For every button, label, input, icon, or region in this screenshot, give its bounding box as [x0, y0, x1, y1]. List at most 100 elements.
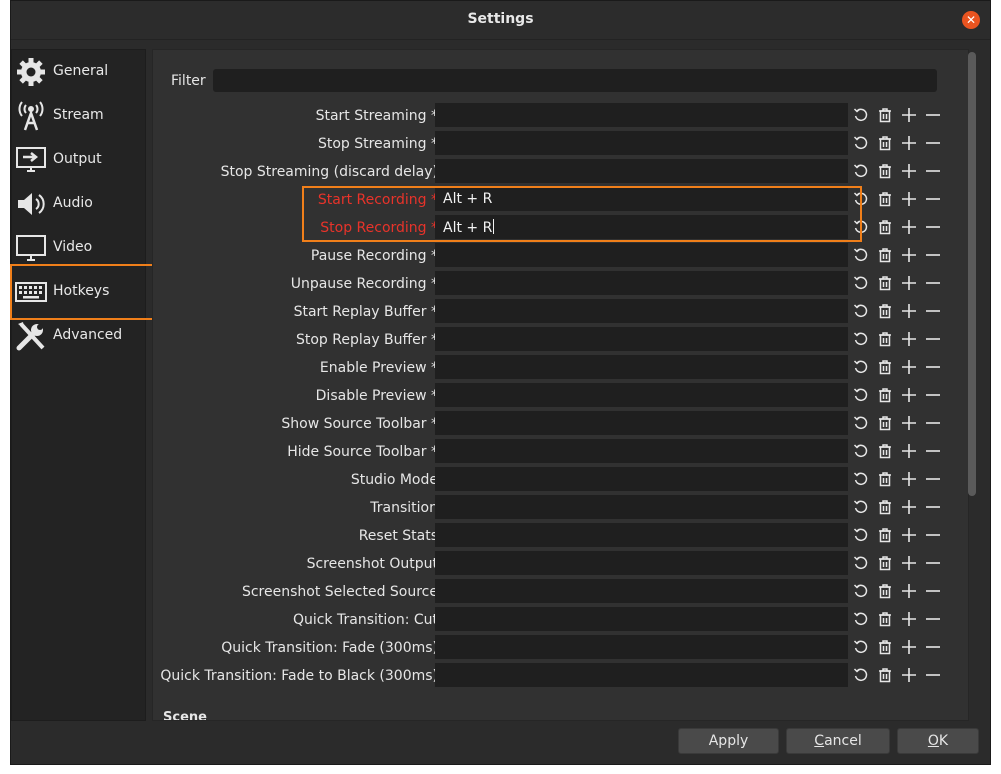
plus-icon[interactable]: [900, 106, 920, 126]
sidebar-item-stream[interactable]: Stream: [12, 96, 147, 136]
apply-button[interactable]: Apply: [678, 728, 779, 754]
hotkey-input[interactable]: [435, 383, 848, 407]
hotkey-input[interactable]: [435, 607, 848, 631]
trash-icon[interactable]: [877, 555, 897, 575]
plus-icon[interactable]: [900, 470, 920, 490]
revert-icon[interactable]: [853, 247, 873, 267]
plus-icon[interactable]: [900, 554, 920, 574]
plus-icon[interactable]: [900, 582, 920, 602]
minus-icon[interactable]: [924, 190, 944, 210]
hotkey-input[interactable]: [435, 551, 848, 575]
hotkey-input[interactable]: [435, 355, 848, 379]
trash-icon[interactable]: [877, 415, 897, 435]
trash-icon[interactable]: [877, 303, 897, 323]
hotkey-input[interactable]: [435, 299, 848, 323]
plus-icon[interactable]: [900, 638, 920, 658]
plus-icon[interactable]: [900, 526, 920, 546]
hotkey-input[interactable]: [435, 579, 848, 603]
revert-icon[interactable]: [853, 359, 873, 379]
minus-icon[interactable]: [924, 246, 944, 266]
hotkey-input[interactable]: [435, 411, 848, 435]
trash-icon[interactable]: [877, 443, 897, 463]
hotkey-input[interactable]: [435, 467, 848, 491]
trash-icon[interactable]: [877, 163, 897, 183]
sidebar-item-video[interactable]: Video: [12, 228, 147, 268]
trash-icon[interactable]: [877, 107, 897, 127]
trash-icon[interactable]: [877, 583, 897, 603]
revert-icon[interactable]: [853, 639, 873, 659]
plus-icon[interactable]: [900, 498, 920, 518]
minus-icon[interactable]: [924, 666, 944, 686]
plus-icon[interactable]: [900, 246, 920, 266]
revert-icon[interactable]: [853, 275, 873, 295]
minus-icon[interactable]: [924, 358, 944, 378]
revert-icon[interactable]: [853, 107, 873, 127]
trash-icon[interactable]: [877, 611, 897, 631]
minus-icon[interactable]: [924, 582, 944, 602]
plus-icon[interactable]: [900, 218, 920, 238]
hotkey-input[interactable]: [435, 131, 848, 155]
revert-icon[interactable]: [853, 443, 873, 463]
scrollbar[interactable]: [968, 52, 976, 496]
plus-icon[interactable]: [900, 358, 920, 378]
plus-icon[interactable]: [900, 190, 920, 210]
minus-icon[interactable]: [924, 470, 944, 490]
revert-icon[interactable]: [853, 667, 873, 687]
minus-icon[interactable]: [924, 442, 944, 462]
plus-icon[interactable]: [900, 330, 920, 350]
filter-input[interactable]: [213, 69, 937, 92]
minus-icon[interactable]: [924, 106, 944, 126]
hotkey-input[interactable]: [435, 663, 848, 687]
plus-icon[interactable]: [900, 442, 920, 462]
plus-icon[interactable]: [900, 302, 920, 322]
ok-button[interactable]: OK: [897, 728, 979, 754]
plus-icon[interactable]: [900, 386, 920, 406]
revert-icon[interactable]: [853, 415, 873, 435]
trash-icon[interactable]: [877, 639, 897, 659]
cancel-button[interactable]: Cancel: [786, 728, 890, 754]
hotkey-input[interactable]: [435, 523, 848, 547]
close-icon[interactable]: ✕: [962, 11, 980, 29]
hotkey-input[interactable]: [435, 103, 848, 127]
plus-icon[interactable]: [900, 610, 920, 630]
plus-icon[interactable]: [900, 162, 920, 182]
plus-icon[interactable]: [900, 414, 920, 434]
trash-icon[interactable]: [877, 275, 897, 295]
sidebar-item-advanced[interactable]: Advanced: [12, 316, 147, 356]
trash-icon[interactable]: [877, 135, 897, 155]
revert-icon[interactable]: [853, 583, 873, 603]
minus-icon[interactable]: [924, 554, 944, 574]
revert-icon[interactable]: [853, 611, 873, 631]
minus-icon[interactable]: [924, 330, 944, 350]
trash-icon[interactable]: [877, 219, 897, 239]
hotkey-input[interactable]: [435, 635, 848, 659]
hotkey-input[interactable]: [435, 495, 848, 519]
sidebar-item-audio[interactable]: Audio: [12, 184, 147, 224]
minus-icon[interactable]: [924, 526, 944, 546]
hotkey-input[interactable]: [435, 439, 848, 463]
minus-icon[interactable]: [924, 302, 944, 322]
revert-icon[interactable]: [853, 555, 873, 575]
minus-icon[interactable]: [924, 162, 944, 182]
revert-icon[interactable]: [853, 527, 873, 547]
minus-icon[interactable]: [924, 386, 944, 406]
minus-icon[interactable]: [924, 498, 944, 518]
plus-icon[interactable]: [900, 274, 920, 294]
revert-icon[interactable]: [853, 471, 873, 491]
revert-icon[interactable]: [853, 331, 873, 351]
plus-icon[interactable]: [900, 666, 920, 686]
hotkey-input[interactable]: [435, 243, 848, 267]
hotkey-input[interactable]: [435, 159, 848, 183]
minus-icon[interactable]: [924, 218, 944, 238]
minus-icon[interactable]: [924, 274, 944, 294]
revert-icon[interactable]: [853, 303, 873, 323]
sidebar-item-general[interactable]: General: [12, 52, 147, 92]
plus-icon[interactable]: [900, 134, 920, 154]
minus-icon[interactable]: [924, 134, 944, 154]
revert-icon[interactable]: [853, 135, 873, 155]
minus-icon[interactable]: [924, 610, 944, 630]
revert-icon[interactable]: [853, 163, 873, 183]
trash-icon[interactable]: [877, 247, 897, 267]
trash-icon[interactable]: [877, 387, 897, 407]
trash-icon[interactable]: [877, 359, 897, 379]
